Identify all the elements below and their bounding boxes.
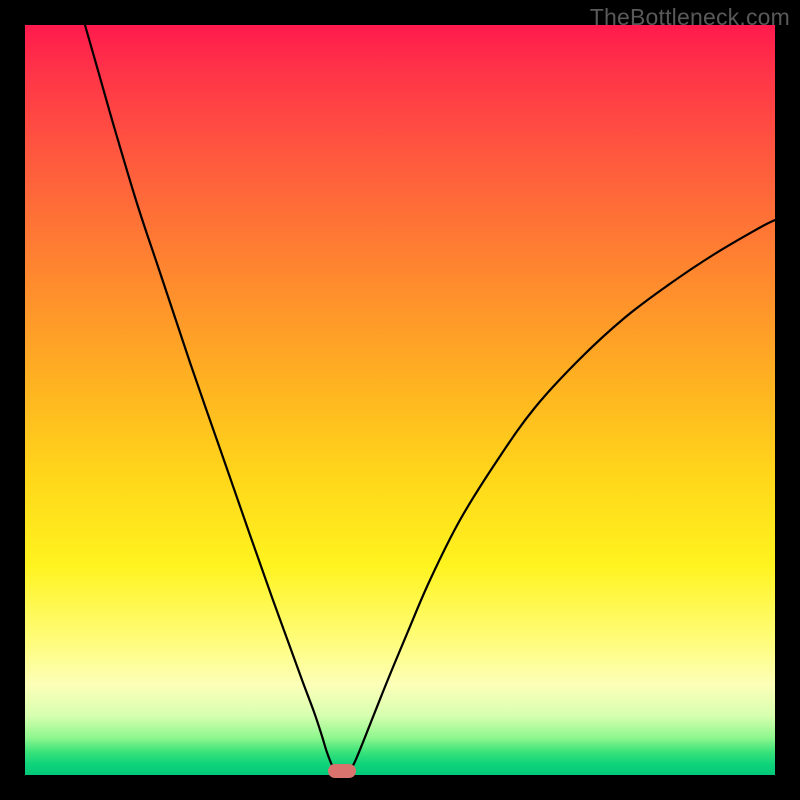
curve-right-path	[350, 220, 775, 771]
chart-frame: TheBottleneck.com	[0, 0, 800, 800]
curve-left-path	[85, 25, 335, 771]
plot-area	[25, 25, 775, 775]
minimum-marker	[328, 764, 356, 778]
bottleneck-curve	[25, 25, 775, 775]
watermark-text: TheBottleneck.com	[590, 4, 790, 31]
